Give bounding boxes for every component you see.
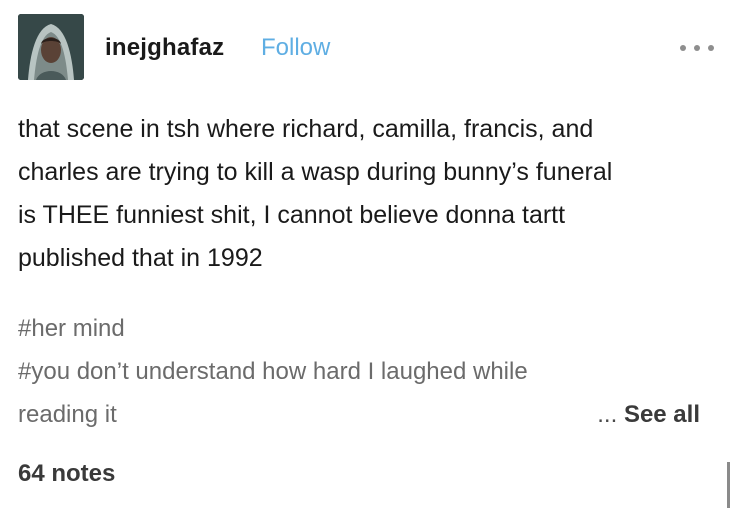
see-all-ellipsis: ... <box>597 401 618 428</box>
tag-laughed[interactable]: #you don’t understand how hard I laughed… <box>18 350 718 393</box>
post-body-line: that scene in tsh where richard, camilla… <box>18 115 594 143</box>
tag-her-mind[interactable]: #her mind <box>18 307 718 350</box>
ellipsis-icon <box>708 45 714 51</box>
ellipsis-icon <box>680 45 686 51</box>
follow-button[interactable]: Follow <box>261 34 330 62</box>
author-username[interactable]: inejghafaz <box>105 34 224 62</box>
ellipsis-icon <box>694 45 700 51</box>
avatar-hooded-figure-icon <box>18 14 84 80</box>
post-header: inejghafaz Follow <box>18 14 718 82</box>
more-options-button[interactable] <box>680 40 714 56</box>
see-all-tags-button[interactable]: ... See all <box>597 393 700 436</box>
post-body-line: is THEE funniest shit, I cannot believe … <box>18 201 566 229</box>
post-body: that scene in tsh where richard, camilla… <box>18 108 718 280</box>
see-all-label: See all <box>623 401 700 428</box>
notes-count[interactable]: 64 notes <box>18 460 115 488</box>
avatar[interactable] <box>18 14 84 80</box>
post-body-line: charles are trying to kill a wasp during… <box>18 158 613 186</box>
scrollbar[interactable] <box>727 462 730 508</box>
post-body-line: published that in 1992 <box>18 244 263 272</box>
